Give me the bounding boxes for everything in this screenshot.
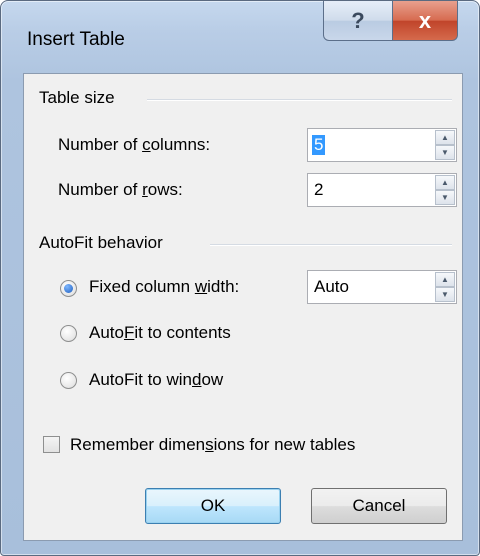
dialog-title: Insert Table xyxy=(27,29,125,50)
columns-label: Number of columns: xyxy=(58,135,211,154)
width-up-arrow-icon[interactable]: ▲ xyxy=(435,272,455,287)
remember-dimensions-label[interactable]: Remember dimensions for new tables xyxy=(70,435,355,455)
close-icon: x xyxy=(418,7,432,33)
width-down-arrow-icon[interactable]: ▼ xyxy=(435,287,455,302)
title-bar[interactable]: Insert Table ? x xyxy=(1,1,479,73)
table-size-group-label: Table size xyxy=(39,88,115,107)
rows-label: Number of rows: xyxy=(58,180,183,199)
autofit-window-radio[interactable] xyxy=(60,372,77,389)
columns-up-arrow-icon[interactable]: ▲ xyxy=(435,130,455,145)
columns-value[interactable]: 5 xyxy=(312,135,326,155)
column-width-spinbox[interactable]: Auto ▲ ▼ xyxy=(307,270,457,304)
fixed-width-label[interactable]: Fixed column width: xyxy=(89,277,239,297)
ok-button[interactable]: OK xyxy=(145,488,281,524)
rows-spinbox[interactable]: 2 ▲ ▼ xyxy=(307,173,457,207)
insert-table-dialog: Insert Table ? x Table size Number of co… xyxy=(0,0,480,556)
columns-down-arrow-icon[interactable]: ▼ xyxy=(435,145,455,160)
group-divider xyxy=(210,244,452,246)
fixed-width-radio[interactable] xyxy=(60,280,77,297)
columns-spinbox[interactable]: 5 ▲ ▼ xyxy=(307,128,457,162)
column-width-value[interactable]: Auto xyxy=(314,277,349,297)
close-button[interactable]: x xyxy=(392,1,458,41)
help-button[interactable]: ? xyxy=(323,1,393,41)
rows-up-arrow-icon[interactable]: ▲ xyxy=(435,175,455,190)
autofit-contents-label[interactable]: AutoFit to contents xyxy=(89,323,231,343)
group-divider xyxy=(147,99,452,101)
dialog-body: Table size Number of columns: 5 ▲ ▼ Numb… xyxy=(23,73,463,541)
autofit-window-label[interactable]: AutoFit to window xyxy=(89,370,223,390)
cancel-button[interactable]: Cancel xyxy=(311,488,447,524)
help-icon: ? xyxy=(351,7,365,33)
autofit-contents-radio[interactable] xyxy=(60,325,77,342)
remember-dimensions-checkbox[interactable] xyxy=(43,436,60,453)
rows-down-arrow-icon[interactable]: ▼ xyxy=(435,190,455,205)
autofit-group-label: AutoFit behavior xyxy=(39,233,163,252)
rows-value[interactable]: 2 xyxy=(314,180,323,200)
